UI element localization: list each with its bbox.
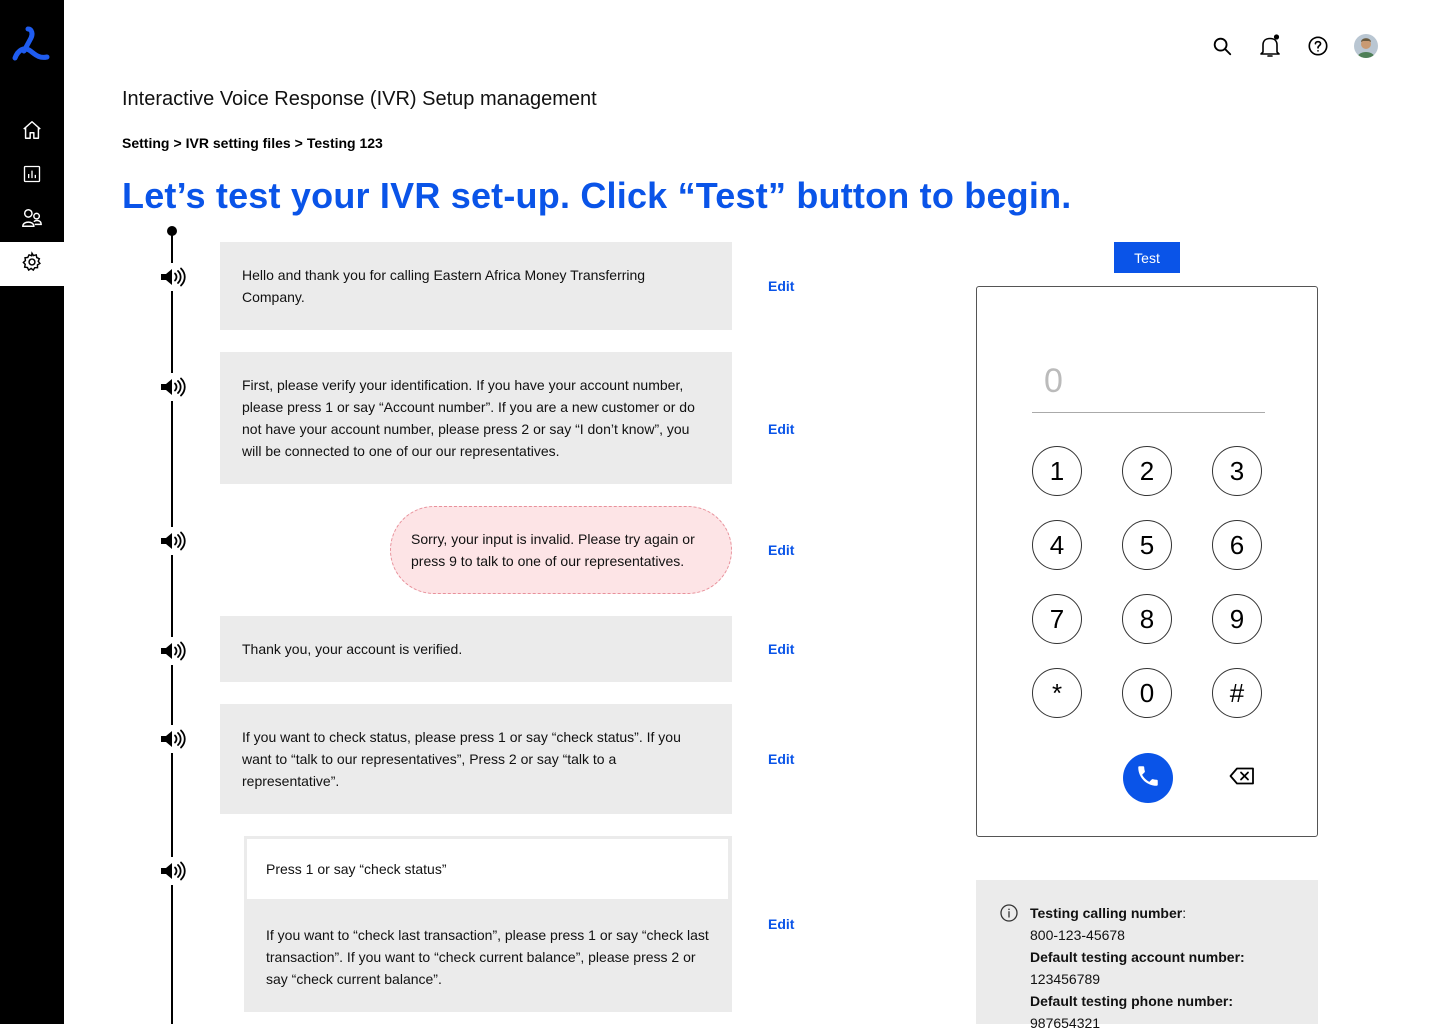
sidebar-item-settings[interactable] xyxy=(0,242,64,286)
breadcrumb-ivr-setting-files[interactable]: IVR setting files xyxy=(186,135,291,151)
edit-button[interactable]: Edit xyxy=(768,421,794,437)
dialer-panel: 1 2 3 4 5 6 7 8 9 * 0 # xyxy=(976,286,1318,837)
home-icon xyxy=(21,119,43,146)
sidebar xyxy=(0,0,64,1024)
dial-key-9[interactable]: 9 xyxy=(1212,594,1262,644)
dial-key-star[interactable]: * xyxy=(1032,668,1082,718)
label-suffix: : xyxy=(1182,905,1187,921)
dial-key-2[interactable]: 2 xyxy=(1122,446,1172,496)
edit-button[interactable]: Edit xyxy=(768,542,794,558)
speaker-icon[interactable] xyxy=(157,637,187,665)
ivr-submenu-check-status: Press 1 or say “check status” If you wan… xyxy=(244,836,732,1012)
message-text: Thank you, your account is verified. xyxy=(242,641,463,657)
chart-icon xyxy=(22,164,42,189)
edit-button[interactable]: Edit xyxy=(768,751,794,767)
ivr-message-greeting: Hello and thank you for calling Eastern … xyxy=(220,242,732,330)
ivr-message-menu: If you want to check status, please pres… xyxy=(220,704,732,814)
dial-key-3[interactable]: 3 xyxy=(1212,446,1262,496)
dial-key-7[interactable]: 7 xyxy=(1032,594,1082,644)
breadcrumb-separator: > xyxy=(173,135,182,151)
dial-key-6[interactable]: 6 xyxy=(1212,520,1262,570)
backspace-icon xyxy=(1229,767,1255,790)
help-icon[interactable] xyxy=(1306,34,1330,58)
dial-key-4[interactable]: 4 xyxy=(1032,520,1082,570)
message-text: Hello and thank you for calling Eastern … xyxy=(242,267,646,305)
phone-number-label: Default testing phone number: xyxy=(1030,990,1300,1012)
speaker-icon[interactable] xyxy=(157,857,187,885)
logo-icon[interactable] xyxy=(10,26,52,64)
account-number-label: Default testing account number: xyxy=(1030,946,1300,968)
timeline-line xyxy=(171,231,173,1024)
phone-number-label-text: Default testing phone number: xyxy=(1030,993,1233,1009)
account-number-label-text: Default testing account number: xyxy=(1030,949,1245,965)
message-text: Press 1 or say “check status” xyxy=(266,861,447,877)
page-title: Interactive Voice Response (IVR) Setup m… xyxy=(122,88,597,110)
phone-number-value: 987654321 xyxy=(1030,1015,1101,1031)
speaker-icon[interactable] xyxy=(157,263,187,291)
sidebar-item-users[interactable] xyxy=(0,198,64,242)
dial-key-8[interactable]: 8 xyxy=(1122,594,1172,644)
phone-icon xyxy=(1135,763,1161,794)
gear-icon xyxy=(21,250,43,278)
breadcrumb: Setting > IVR setting files > Testing 12… xyxy=(122,135,383,151)
testing-info-text: Testing calling number: 800-123-45678 De… xyxy=(1030,902,1300,1034)
testing-info-panel: Testing calling number: 800-123-45678 De… xyxy=(976,880,1318,1031)
edit-button[interactable]: Edit xyxy=(768,641,794,657)
message-text: First, please verify your identification… xyxy=(242,377,695,459)
speaker-icon[interactable] xyxy=(157,373,187,401)
call-button[interactable] xyxy=(1123,753,1173,803)
dial-key-hash[interactable]: # xyxy=(1212,668,1262,718)
message-text: Sorry, your input is invalid. Please try… xyxy=(411,531,695,569)
dial-key-0[interactable]: 0 xyxy=(1122,668,1172,718)
account-number-value: 123456789 xyxy=(1030,971,1101,987)
backspace-button[interactable] xyxy=(1227,765,1257,791)
breadcrumb-current: Testing 123 xyxy=(306,135,383,151)
search-icon[interactable] xyxy=(1210,34,1234,58)
breadcrumb-setting[interactable]: Setting xyxy=(122,135,169,151)
breadcrumb-separator: > xyxy=(294,135,303,151)
dial-key-1[interactable]: 1 xyxy=(1032,446,1082,496)
sidebar-item-reports[interactable] xyxy=(0,154,64,198)
edit-button[interactable]: Edit xyxy=(768,278,794,294)
avatar[interactable] xyxy=(1354,34,1378,58)
submenu-option: Press 1 or say “check status” xyxy=(247,839,728,899)
bell-icon[interactable] xyxy=(1258,34,1282,58)
test-button[interactable]: Test xyxy=(1114,242,1180,273)
ivr-message-verified: Thank you, your account is verified. xyxy=(220,616,732,682)
calling-number-row: Testing calling number: xyxy=(1030,902,1300,924)
speaker-icon[interactable] xyxy=(157,725,187,753)
calling-number-value: 800-123-45678 xyxy=(1030,927,1125,943)
timeline-start-dot xyxy=(167,226,177,236)
dial-number-input[interactable] xyxy=(1032,351,1265,413)
ivr-message-verify-id: First, please verify your identification… xyxy=(220,352,732,484)
users-icon xyxy=(21,207,43,234)
ivr-message-invalid-input: Sorry, your input is invalid. Please try… xyxy=(390,506,732,594)
dial-key-5[interactable]: 5 xyxy=(1122,520,1172,570)
edit-button[interactable]: Edit xyxy=(768,916,794,932)
sidebar-item-home[interactable] xyxy=(0,110,64,154)
calling-number-label: Testing calling number xyxy=(1030,905,1183,921)
speaker-icon[interactable] xyxy=(157,527,187,555)
instruction-headline: Let’s test your IVR set-up. Click “Test”… xyxy=(122,175,1072,216)
top-toolbar xyxy=(1210,34,1378,58)
message-text: If you want to check status, please pres… xyxy=(242,729,681,789)
info-icon xyxy=(1000,904,1018,922)
message-text: If you want to “check last transaction”,… xyxy=(266,927,709,987)
